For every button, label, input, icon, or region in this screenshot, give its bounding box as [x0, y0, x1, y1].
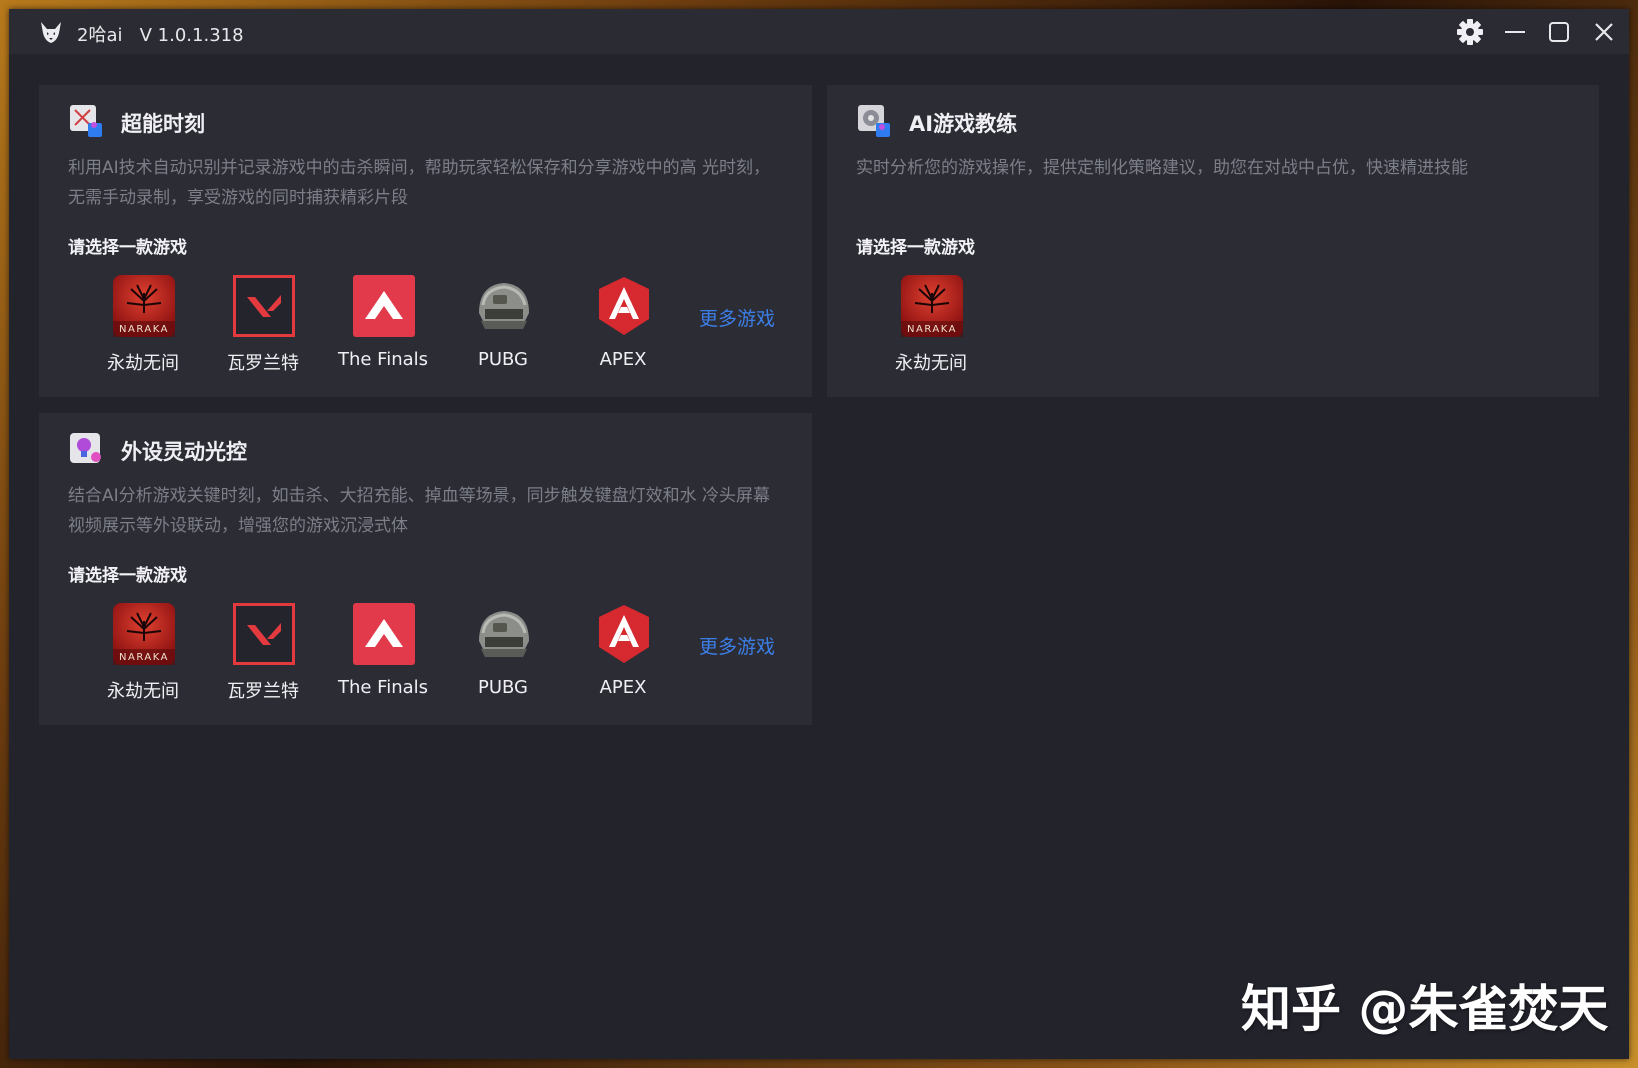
game-pubg[interactable]: PUBG	[443, 603, 563, 713]
app-title: 2哈ai V 1.0.1.318	[77, 25, 244, 46]
gear-icon[interactable]	[1455, 17, 1485, 47]
svg-text:NARAKA: NARAKA	[907, 324, 957, 335]
pubg-helmet-icon	[479, 611, 529, 657]
app-window: 2哈ai V 1.0.1.318 超能时刻 利用AI技术自动识别并记录游戏中的击…	[9, 9, 1629, 1059]
more-games-link[interactable]: 更多游戏	[699, 632, 775, 659]
game-label: PUBG	[477, 677, 528, 698]
game-label: PUBG	[477, 349, 528, 370]
apex-icon	[599, 277, 649, 335]
game-the-finals[interactable]: The Finals	[323, 275, 443, 385]
svg-text:NARAKA: NARAKA	[119, 652, 169, 663]
game-naraka[interactable]: NARAKA 永劫无间	[83, 275, 203, 385]
card-description: 利用AI技术自动识别并记录游戏中的击杀瞬间，帮助玩家轻松保存和分享游戏中的高 光…	[68, 158, 771, 208]
watermark: 知乎 @朱雀焚天	[1241, 980, 1609, 1038]
game-label: 永劫无间	[895, 353, 967, 374]
card-description: 结合AI分析游戏关键时刻，如击杀、大招充能、掉血等场景，同步触发键盘灯效和水 冷…	[68, 486, 771, 536]
game-pubg[interactable]: PUBG	[443, 275, 563, 385]
highlight-moment-icon	[70, 105, 102, 137]
game-list: NARAKA 永劫无间 瓦罗兰特 The Finals PUBG APEX	[83, 275, 683, 385]
pubg-helmet-icon	[479, 283, 529, 329]
game-apex[interactable]: APEX	[563, 603, 683, 713]
game-the-finals[interactable]: The Finals	[323, 603, 443, 713]
the-finals-icon	[353, 603, 415, 665]
naraka-icon: NARAKA	[901, 275, 963, 337]
close-icon[interactable]	[1589, 17, 1619, 47]
valorant-icon	[233, 603, 295, 665]
card-title: 外设灵动光控	[121, 440, 247, 464]
game-label: APEX	[599, 677, 647, 698]
apex-icon	[599, 605, 649, 663]
card-title: AI游戏教练	[909, 112, 1018, 136]
minimize-icon[interactable]	[1500, 17, 1530, 47]
game-apex[interactable]: APEX	[563, 275, 683, 385]
game-valorant[interactable]: 瓦罗兰特	[203, 603, 323, 713]
ai-coach-card: AI游戏教练 实时分析您的游戏操作，提供定制化策略建议，助您在对战中占优，快速精…	[827, 85, 1599, 397]
game-label: 瓦罗兰特	[227, 353, 299, 374]
select-game-prompt: 请选择一款游戏	[856, 238, 975, 258]
game-list: NARAKA 永劫无间	[871, 275, 991, 385]
husky-logo-icon	[41, 22, 61, 43]
more-games-link[interactable]: 更多游戏	[699, 304, 775, 331]
card-title: 超能时刻	[121, 112, 205, 136]
card-description: 实时分析您的游戏操作，提供定制化策略建议，助您在对战中占优，快速精进技能	[856, 158, 1468, 178]
ai-coach-icon	[858, 105, 890, 137]
naraka-icon: NARAKA	[113, 275, 175, 337]
naraka-icon: NARAKA	[113, 603, 175, 665]
select-game-prompt: 请选择一款游戏	[68, 238, 187, 258]
game-label: 永劫无间	[107, 353, 179, 374]
game-label: 永劫无间	[107, 681, 179, 702]
select-game-prompt: 请选择一款游戏	[68, 566, 187, 586]
game-list: NARAKA 永劫无间 瓦罗兰特 The Finals PUBG APEX	[83, 603, 683, 713]
peripheral-lighting-card: 外设灵动光控 结合AI分析游戏关键时刻，如击杀、大招充能、掉血等场景，同步触发键…	[39, 413, 812, 725]
lightbulb-icon	[70, 433, 101, 463]
game-valorant[interactable]: 瓦罗兰特	[203, 275, 323, 385]
valorant-icon	[233, 275, 295, 337]
game-label: 瓦罗兰特	[227, 681, 299, 702]
svg-text:NARAKA: NARAKA	[119, 324, 169, 335]
highlights-card: 超能时刻 利用AI技术自动识别并记录游戏中的击杀瞬间，帮助玩家轻松保存和分享游戏…	[39, 85, 812, 397]
game-label: The Finals	[337, 677, 429, 698]
game-naraka[interactable]: NARAKA 永劫无间	[871, 275, 991, 385]
game-label: APEX	[599, 349, 647, 370]
the-finals-icon	[353, 275, 415, 337]
title-bar[interactable]: 2哈ai V 1.0.1.318	[9, 9, 1629, 54]
game-label: The Finals	[337, 349, 429, 370]
game-naraka[interactable]: NARAKA 永劫无间	[83, 603, 203, 713]
maximize-icon[interactable]	[1544, 17, 1574, 47]
